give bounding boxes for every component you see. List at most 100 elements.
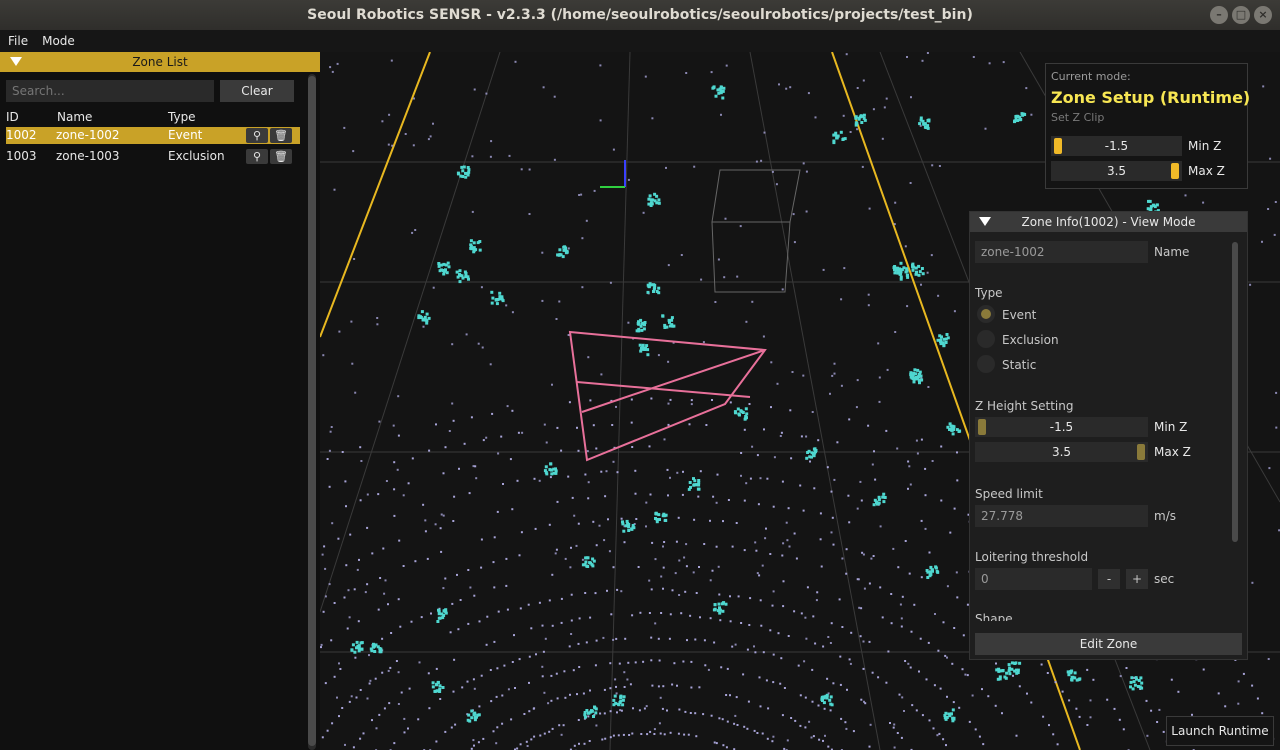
object-point bbox=[583, 711, 587, 714]
lidar-point bbox=[909, 483, 912, 486]
lidar-point bbox=[379, 577, 382, 579]
zheight-min-slider[interactable]: -1.5 bbox=[975, 417, 1148, 437]
lidar-point bbox=[458, 467, 460, 470]
zone-info-header[interactable]: Zone Info(1002) - View Mode bbox=[970, 212, 1247, 232]
lidar-point bbox=[740, 622, 743, 624]
loiter-plus-button[interactable]: + bbox=[1126, 569, 1148, 589]
lidar-point bbox=[729, 401, 732, 404]
loiter-field[interactable]: 0 bbox=[975, 568, 1092, 590]
object-point bbox=[855, 122, 859, 126]
loiter-minus-button[interactable]: - bbox=[1098, 569, 1120, 589]
lidar-point bbox=[463, 442, 466, 445]
trash-icon[interactable]: 🗑 bbox=[270, 128, 292, 143]
object-point bbox=[1135, 677, 1138, 681]
lidar-point bbox=[832, 543, 835, 546]
shape-label: Shape bbox=[975, 612, 1013, 621]
radio-event[interactable] bbox=[977, 305, 995, 323]
zheight-max-slider[interactable]: 3.5 bbox=[975, 442, 1148, 462]
collapse-triangle-icon[interactable] bbox=[979, 217, 991, 226]
lidar-point bbox=[781, 480, 784, 483]
lidar-point bbox=[620, 709, 623, 712]
object-point bbox=[951, 432, 955, 436]
object-point bbox=[1021, 113, 1025, 117]
lidar-point bbox=[511, 508, 514, 511]
object-point bbox=[944, 341, 948, 344]
zone-1002-edge bbox=[581, 349, 766, 413]
zone-list-scrollbar[interactable] bbox=[308, 74, 316, 750]
lidar-point bbox=[782, 580, 785, 583]
lidar-point bbox=[555, 672, 558, 675]
search-input[interactable] bbox=[6, 80, 214, 102]
trash-icon[interactable]: 🗑 bbox=[270, 149, 292, 164]
scrollbar-thumb[interactable] bbox=[308, 76, 316, 746]
zone-name-field[interactable]: zone-1002 bbox=[975, 241, 1148, 263]
lidar-point bbox=[666, 709, 668, 712]
lidar-point bbox=[509, 458, 512, 461]
lidar-point bbox=[757, 503, 760, 506]
table-row[interactable]: 1003 zone-1003 Exclusion ⚲ 🗑 bbox=[6, 148, 300, 165]
lidar-point bbox=[570, 619, 573, 622]
zone-info-scrollbar[interactable] bbox=[1232, 242, 1238, 542]
zclip-max-slider[interactable]: 3.5 bbox=[1051, 161, 1182, 181]
lidar-point bbox=[608, 550, 611, 553]
menu-file[interactable]: File bbox=[8, 34, 28, 48]
lidar-point bbox=[555, 548, 558, 551]
object-point bbox=[821, 699, 824, 702]
locate-icon[interactable]: ⚲ bbox=[246, 149, 268, 164]
lidar-point bbox=[497, 610, 500, 613]
object-point bbox=[1069, 670, 1073, 674]
object-point bbox=[648, 194, 652, 198]
launch-runtime-button[interactable]: Launch Runtime bbox=[1166, 716, 1274, 746]
lidar-point bbox=[937, 649, 940, 652]
slider-knob[interactable] bbox=[1054, 138, 1062, 154]
lidar-point bbox=[393, 742, 396, 745]
lidar-point bbox=[418, 661, 421, 664]
zone-list-header[interactable]: Zone List bbox=[0, 52, 320, 72]
close-icon[interactable]: × bbox=[1254, 6, 1272, 24]
object-point bbox=[639, 324, 643, 328]
lidar-point bbox=[871, 671, 874, 674]
lidar-point bbox=[772, 505, 775, 508]
lidar-point bbox=[709, 617, 712, 620]
lidar-point bbox=[795, 557, 798, 560]
slider-knob[interactable] bbox=[978, 419, 986, 435]
minimize-icon[interactable]: – bbox=[1210, 6, 1228, 24]
lidar-point bbox=[427, 672, 430, 675]
locate-icon[interactable]: ⚲ bbox=[246, 128, 268, 143]
lidar-point bbox=[878, 400, 881, 403]
lidar-point bbox=[726, 720, 729, 723]
lidar-point bbox=[645, 705, 648, 708]
radio-exclusion[interactable] bbox=[977, 330, 995, 348]
lidar-point bbox=[745, 482, 748, 485]
radio-static[interactable] bbox=[977, 355, 995, 373]
edit-zone-button[interactable]: Edit Zone bbox=[975, 633, 1242, 655]
lidar-point bbox=[995, 662, 997, 665]
lidar-point bbox=[480, 286, 483, 289]
object-point bbox=[841, 137, 845, 141]
object-point bbox=[857, 117, 861, 121]
lidar-point bbox=[927, 641, 930, 644]
lidar-point bbox=[331, 522, 334, 525]
slider-knob[interactable] bbox=[1171, 163, 1179, 179]
object-point bbox=[905, 274, 909, 277]
maximize-icon[interactable]: □ bbox=[1232, 6, 1250, 24]
collapse-triangle-icon[interactable] bbox=[10, 57, 22, 66]
lidar-point bbox=[680, 612, 683, 615]
lidar-point bbox=[550, 699, 553, 702]
speed-limit-field[interactable]: 27.778 bbox=[975, 505, 1148, 527]
zclip-min-slider[interactable]: -1.5 bbox=[1051, 136, 1182, 156]
object-point bbox=[431, 681, 435, 685]
lidar-point bbox=[868, 745, 871, 748]
lidar-point bbox=[658, 659, 661, 662]
slider-knob[interactable] bbox=[1137, 444, 1145, 460]
lidar-point bbox=[1030, 701, 1033, 704]
lidar-point bbox=[924, 494, 927, 497]
lidar-point bbox=[489, 155, 492, 158]
table-row[interactable]: 1002 zone-1002 Event ⚲ 🗑 bbox=[6, 127, 300, 144]
clear-button[interactable]: Clear bbox=[220, 80, 294, 102]
scrollbar-thumb[interactable] bbox=[1232, 242, 1238, 542]
lidar-point bbox=[1054, 681, 1057, 684]
menu-mode[interactable]: Mode bbox=[42, 34, 75, 48]
lidar-point bbox=[685, 565, 688, 568]
lidar-point bbox=[587, 481, 590, 484]
